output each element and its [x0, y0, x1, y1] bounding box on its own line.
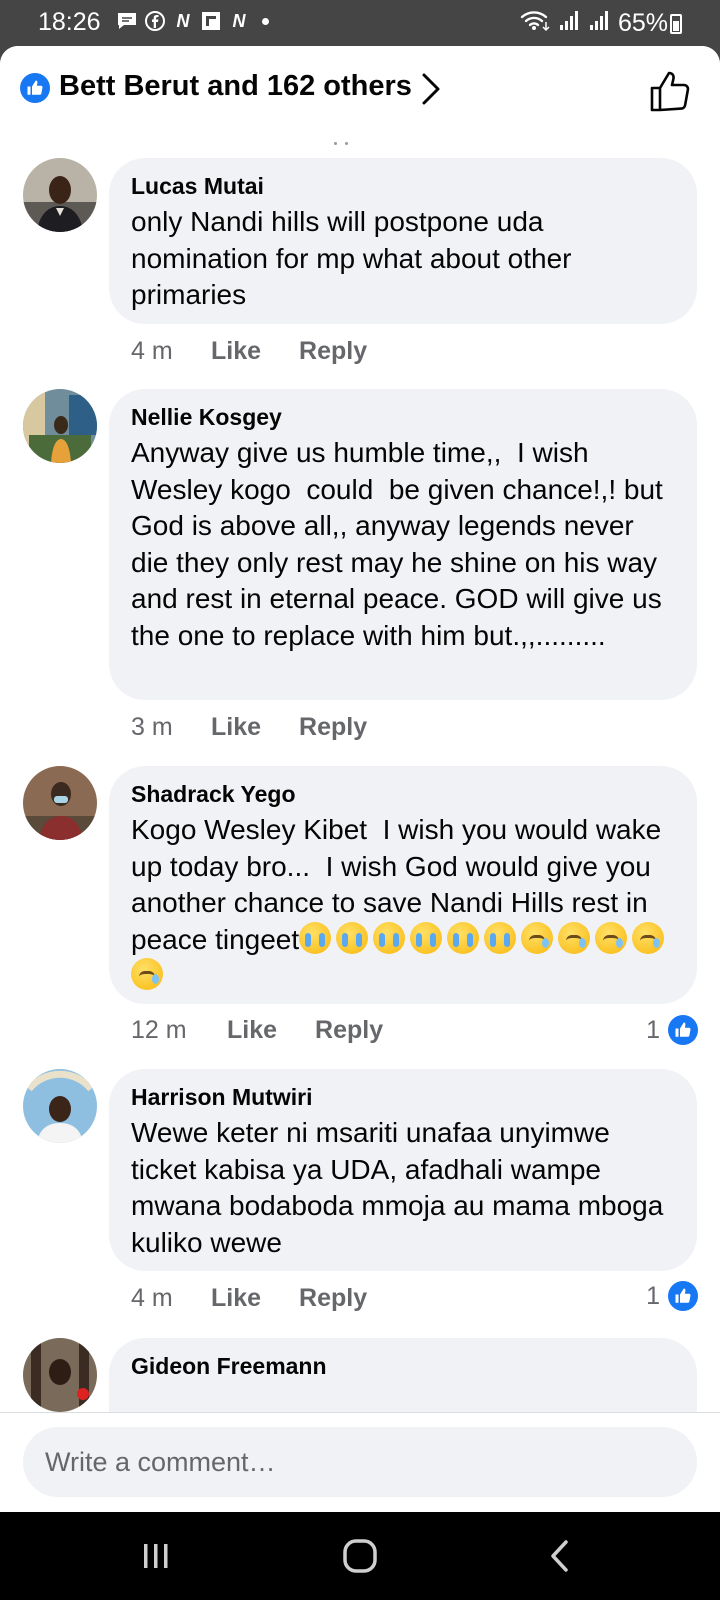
back-button[interactable] — [536, 1534, 584, 1578]
comment-bubble[interactable]: Gideon Freemann — [109, 1338, 697, 1412]
comment-actions: 4 m Like Reply — [131, 337, 367, 367]
comment-actions: 3 m Like Reply — [131, 713, 367, 743]
crying-face-emoji-icon — [299, 921, 332, 954]
status-right: 65% — [520, 8, 668, 39]
reaction-count-number: 1 — [646, 1281, 660, 1310]
reply-button[interactable]: Reply — [299, 713, 367, 743]
comment-list[interactable]: Lucas Mutai only Nandi hills will postpo… — [0, 46, 720, 1412]
avatar[interactable] — [23, 1069, 97, 1143]
comment-bubble[interactable]: Nellie Kosgey Anyway give us humble time… — [109, 389, 697, 700]
status-bar: 18:26 N N 65% — [0, 0, 720, 46]
comment-time[interactable]: 3 m — [131, 713, 187, 743]
like-button[interactable]: Like — [211, 337, 261, 367]
wifi-icon — [520, 8, 550, 39]
reaction-count[interactable]: 1 — [646, 1280, 698, 1312]
comment-author[interactable]: Lucas Mutai — [131, 172, 677, 200]
comment-author[interactable]: Gideon Freemann — [131, 1352, 677, 1380]
flipboard-icon — [200, 10, 222, 32]
comment-author[interactable]: Nellie Kosgey — [131, 403, 677, 431]
like-reaction-icon — [668, 1281, 698, 1311]
status-time: 18:26 — [38, 8, 101, 36]
comment-input[interactable] — [23, 1427, 697, 1497]
comment-text: only Nandi hills will postpone uda nomin… — [131, 206, 580, 310]
comment-author[interactable]: Harrison Mutwiri — [131, 1083, 677, 1111]
like-post-button[interactable] — [648, 68, 694, 114]
comment-bubble[interactable]: Shadrack Yego Kogo Wesley Kibet I wish y… — [109, 766, 697, 1004]
sleepy-face-emoji-icon — [595, 921, 628, 954]
scroll-indicator — [334, 132, 358, 145]
crying-face-emoji-icon — [373, 921, 406, 954]
reply-button[interactable]: Reply — [299, 1284, 367, 1314]
comment-text: Kogo Wesley Kibet I wish you would wake … — [131, 812, 677, 995]
comment-bubble[interactable]: Harrison Mutwiri Wewe keter ni msariti u… — [109, 1069, 697, 1271]
recent-apps-button[interactable] — [132, 1534, 180, 1578]
comment-time[interactable]: 12 m — [131, 1016, 203, 1046]
battery-icon — [670, 14, 682, 34]
avatar[interactable] — [23, 158, 97, 232]
comment-text: Anyway give us humble time,, I wish Wesl… — [131, 437, 687, 651]
reaction-count-number: 1 — [646, 1015, 660, 1044]
like-reaction-icon — [668, 1015, 698, 1045]
comment-author[interactable]: Shadrack Yego — [131, 780, 677, 808]
battery-level: 65% — [617, 9, 668, 37]
comment-actions: 12 m Like Reply — [131, 1016, 383, 1046]
comment-time[interactable]: 4 m — [131, 1284, 187, 1314]
like-button[interactable]: Like — [211, 713, 261, 743]
comment-text: Wewe keter ni msariti unafaa unyimwe tic… — [131, 1117, 672, 1258]
system-navigation-bar — [0, 1512, 720, 1600]
home-button[interactable] — [336, 1534, 384, 1578]
comment-actions: 4 m Like Reply — [131, 1284, 367, 1314]
crying-face-emoji-icon — [336, 921, 369, 954]
message-icon — [116, 10, 138, 32]
sleepy-face-emoji-icon — [131, 958, 163, 990]
avatar[interactable] — [23, 1338, 97, 1412]
crying-face-emoji-icon — [484, 921, 517, 954]
more-notifications-dot — [262, 17, 269, 25]
like-button[interactable]: Like — [211, 1284, 261, 1314]
comment-composer — [0, 1412, 720, 1512]
sleepy-face-emoji-icon — [558, 921, 591, 954]
news-icon: N — [232, 10, 246, 31]
news-icon: N — [176, 10, 190, 31]
avatar[interactable] — [23, 389, 97, 463]
crying-face-emoji-icon — [447, 921, 480, 954]
chevron-right-icon[interactable] — [418, 72, 444, 106]
reactions-header: Bett Berut and 162 others — [0, 46, 720, 145]
avatar[interactable] — [23, 766, 97, 840]
reactors-link[interactable]: Bett Berut and 162 others — [59, 70, 412, 103]
sleepy-face-emoji-icon — [521, 921, 554, 954]
reply-button[interactable]: Reply — [315, 1016, 383, 1046]
comment-time[interactable]: 4 m — [131, 337, 187, 367]
notification-icons: N N — [116, 10, 269, 32]
comment-bubble[interactable]: Lucas Mutai only Nandi hills will postpo… — [109, 158, 697, 324]
comments-sheet: Lucas Mutai only Nandi hills will postpo… — [0, 46, 720, 1512]
like-reaction-icon — [20, 73, 50, 103]
crying-face-emoji-icon — [410, 921, 443, 954]
reaction-count[interactable]: 1 — [646, 1014, 698, 1046]
facebook-icon — [144, 10, 166, 32]
reply-button[interactable]: Reply — [299, 337, 367, 367]
signal-icon — [558, 9, 580, 38]
like-button[interactable]: Like — [227, 1016, 277, 1046]
sleepy-face-emoji-icon — [632, 921, 665, 954]
signal-icon — [588, 9, 610, 38]
